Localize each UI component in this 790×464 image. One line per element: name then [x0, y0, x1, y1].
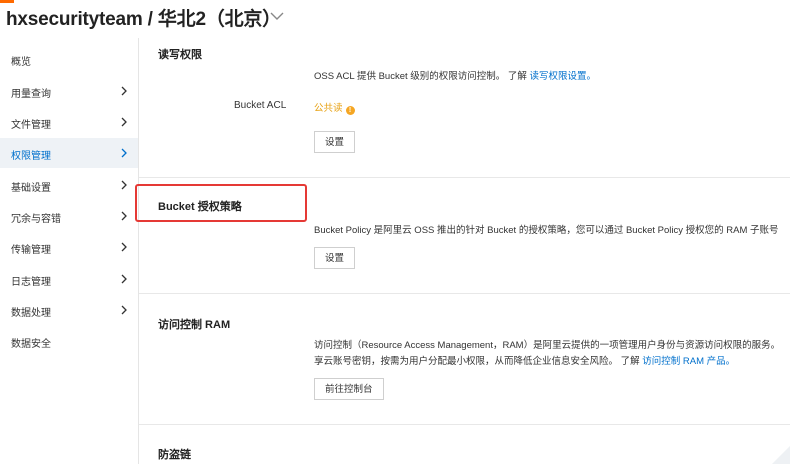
- sidebar-item-overview[interactable]: 概览: [0, 44, 138, 74]
- sidebar-nav: 概览 用量查询 文件管理 权限管理 基础设置 冗余与容错 传输管理 日志管理 数…: [0, 38, 139, 464]
- acl-value-text: 公共读: [314, 103, 343, 114]
- bucket-policy-description: Bucket Policy 是阿里云 OSS 推出的针对 Bucket 的授权策…: [314, 225, 779, 236]
- bucket-acl-value: 公共读!: [314, 100, 355, 115]
- sidebar-item-usage[interactable]: 用量查询: [0, 76, 138, 106]
- sidebar-item-data-processing[interactable]: 数据处理: [0, 295, 138, 325]
- bucket-acl-label: Bucket ACL: [234, 100, 287, 111]
- go-to-console-button[interactable]: 前往控制台: [314, 378, 384, 400]
- sidebar-item-basic-settings[interactable]: 基础设置: [0, 170, 138, 200]
- sidebar-item-label: 冗余与容错: [11, 214, 61, 225]
- ram-description-line2: 享云账号密钥，按需为用户分配最小权限，从而降低企业信息安全风险。 了解 访问控制…: [314, 353, 735, 367]
- highlight-annotation-box: [135, 184, 307, 222]
- sidebar-item-label: 概览: [11, 57, 31, 68]
- sidebar-item-label: 数据安全: [11, 339, 51, 350]
- chevron-right-icon: [121, 242, 127, 252]
- acl-description: OSS ACL 提供 Bucket 级别的权限访问控制。 了解 读写权限设置。: [314, 68, 596, 82]
- chevron-right-icon: [121, 274, 127, 284]
- chevron-right-icon: [121, 148, 127, 158]
- ram-description-text: 享云账号密钥，按需为用户分配最小权限，从而降低企业信息安全风险。 了解: [314, 356, 643, 367]
- corner-decoration-icon: [772, 446, 790, 464]
- sidebar-item-label: 传输管理: [11, 245, 51, 256]
- bucket-region-title: hxsecurityteam / 华北2（北京）: [6, 9, 282, 30]
- section-divider: [139, 424, 790, 425]
- acl-description-text: OSS ACL 提供 Bucket 级别的权限访问控制。 了解: [314, 71, 530, 82]
- sidebar-item-files[interactable]: 文件管理: [0, 107, 138, 137]
- section-divider: [139, 177, 790, 178]
- chevron-down-icon[interactable]: [268, 8, 286, 24]
- chevron-right-icon: [121, 180, 127, 190]
- sidebar-item-data-security[interactable]: 数据安全: [0, 326, 138, 356]
- acl-section-title: 读写权限: [158, 49, 202, 61]
- sidebar-item-label: 文件管理: [11, 120, 51, 131]
- sidebar-item-label: 权限管理: [11, 151, 51, 162]
- acl-settings-button[interactable]: 设置: [314, 131, 356, 153]
- sidebar-item-label: 日志管理: [11, 277, 51, 288]
- ram-description-line1: 访问控制（Resource Access Management，RAM）是阿里云…: [314, 340, 781, 351]
- sidebar-item-redundancy[interactable]: 冗余与容错: [0, 201, 138, 231]
- sidebar-item-label: 用量查询: [11, 89, 51, 100]
- acl-settings-link[interactable]: 读写权限设置。: [530, 71, 597, 82]
- sidebar-item-logs[interactable]: 日志管理: [0, 264, 138, 294]
- chevron-right-icon: [121, 211, 127, 221]
- chevron-right-icon: [121, 305, 127, 315]
- sidebar-item-transfer[interactable]: 传输管理: [0, 232, 138, 262]
- section-divider: [139, 293, 790, 294]
- hotlink-protection-section-title: 防盗链: [158, 449, 191, 461]
- page-header: hxsecurityteam / 华北2（北京）: [0, 0, 790, 38]
- bucket-policy-settings-button[interactable]: 设置: [314, 247, 356, 269]
- main-content: 读写权限 OSS ACL 提供 Bucket 级别的权限访问控制。 了解 读写权…: [139, 38, 790, 464]
- ram-product-link[interactable]: 访问控制 RAM 产品。: [642, 356, 735, 367]
- chevron-right-icon: [121, 86, 127, 96]
- ram-section-title: 访问控制 RAM: [158, 319, 231, 331]
- sidebar-item-label: 数据处理: [11, 308, 51, 319]
- sidebar-item-label: 基础设置: [11, 183, 51, 194]
- chevron-right-icon: [121, 117, 127, 127]
- info-icon[interactable]: !: [345, 106, 355, 115]
- sidebar-item-permissions[interactable]: 权限管理: [0, 138, 138, 168]
